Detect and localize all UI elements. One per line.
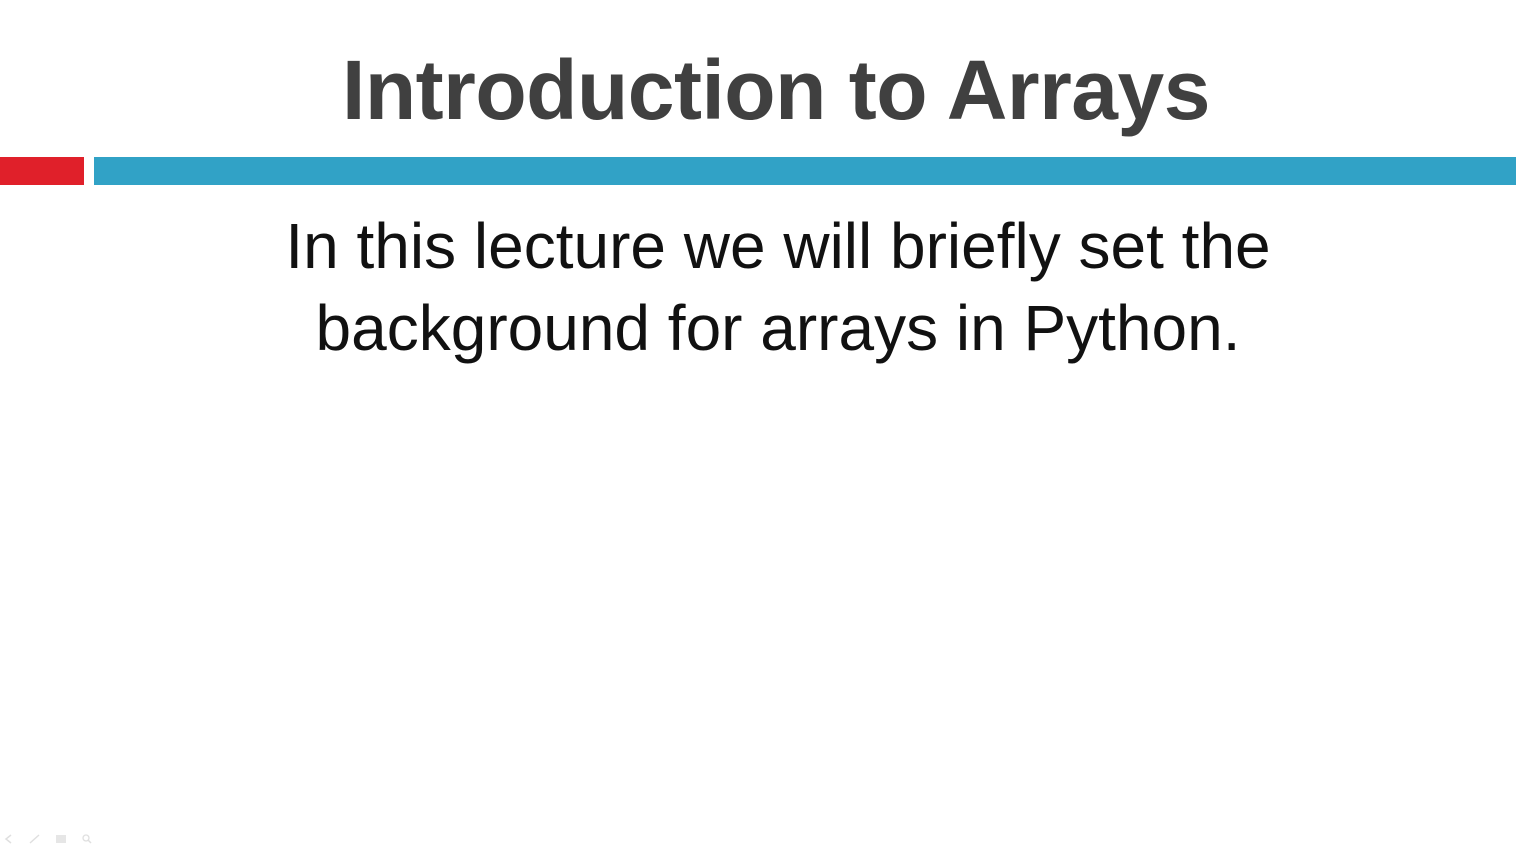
accent-bar-red xyxy=(0,157,84,185)
accent-bar-blue xyxy=(94,157,1516,185)
pen-icon[interactable] xyxy=(28,833,42,845)
zoom-icon[interactable] xyxy=(80,833,94,845)
body-line: background for arrays in Python. xyxy=(315,292,1241,364)
slide: Introduction to Arrays In this lecture w… xyxy=(0,0,1516,849)
slides-icon[interactable] xyxy=(54,833,68,845)
slide-body: In this lecture we will briefly set the … xyxy=(0,205,1516,369)
previous-icon[interactable] xyxy=(2,833,16,845)
body-line: In this lecture we will briefly set the xyxy=(285,210,1271,282)
presenter-toolbar xyxy=(2,831,94,847)
slide-title: Introduction to Arrays xyxy=(342,43,1210,137)
